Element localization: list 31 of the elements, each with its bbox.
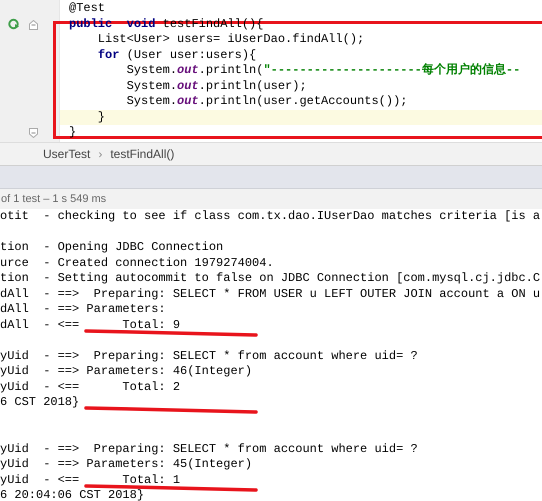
code-line: @Test (69, 1, 106, 15)
console-line: yUid - ==> Parameters: 45(Integer) (0, 457, 252, 471)
console-line: dAll - ==> Parameters: (0, 302, 166, 316)
code-line: System.out.println("---------------------每个用户的信息-- (126, 63, 520, 77)
console-line: yUid - <== Total: 2 (0, 380, 180, 394)
breadcrumb-item[interactable]: testFindAll() (110, 147, 174, 161)
breadcrumb-item[interactable]: UserTest (43, 147, 90, 161)
console-line: urce - Created connection 1979274004. (0, 256, 274, 270)
code-line: List<User> users= iUserDao.findAll(); (96, 32, 364, 46)
console-line: yUid - ==> Preparing: SELECT * from account where uid= ? (0, 442, 418, 456)
code-line: } (96, 110, 106, 124)
code-line: System.out.println(user.getAccounts()); (126, 94, 408, 108)
run-icon[interactable] (8, 18, 20, 30)
code-line: public void testFindAll(){ (69, 16, 264, 30)
chevron-icon: › (98, 147, 102, 161)
code-line: } (69, 125, 76, 139)
test-status: of 1 test – 1 s 549 ms (0, 189, 542, 209)
console-line: yUid - ==> Parameters: 46(Integer) (0, 364, 252, 378)
console-line: otit - checking to see if class com.tx.dao.IUserDao matches criteria [is a (0, 209, 540, 223)
console-line: dAll - ==> Preparing: SELECT * FROM USER u LEFT OUTER JOIN account a ON u (0, 286, 540, 300)
fold-icon[interactable] (29, 20, 38, 30)
code-line: for (User user:users){ (96, 48, 256, 62)
code-line: System.out.println(user); (126, 78, 307, 92)
console-line: yUid - <== Total: 1 (0, 472, 180, 486)
console-line: dAll - <== Total: 9 (0, 318, 180, 332)
console-line: yUid - ==> Preparing: SELECT * from account where uid= ? (0, 348, 418, 362)
console-line: 6 20:04:06 CST 2018} (0, 488, 144, 501)
console-line: tion - Opening JDBC Connection (0, 240, 224, 254)
fold-icon[interactable] (29, 128, 38, 138)
console-line: 6 CST 2018} (0, 395, 80, 409)
console-line: tion - Setting autocommit to false on JDBC Connection [com.mysql.cj.jdbc.C (0, 271, 540, 285)
